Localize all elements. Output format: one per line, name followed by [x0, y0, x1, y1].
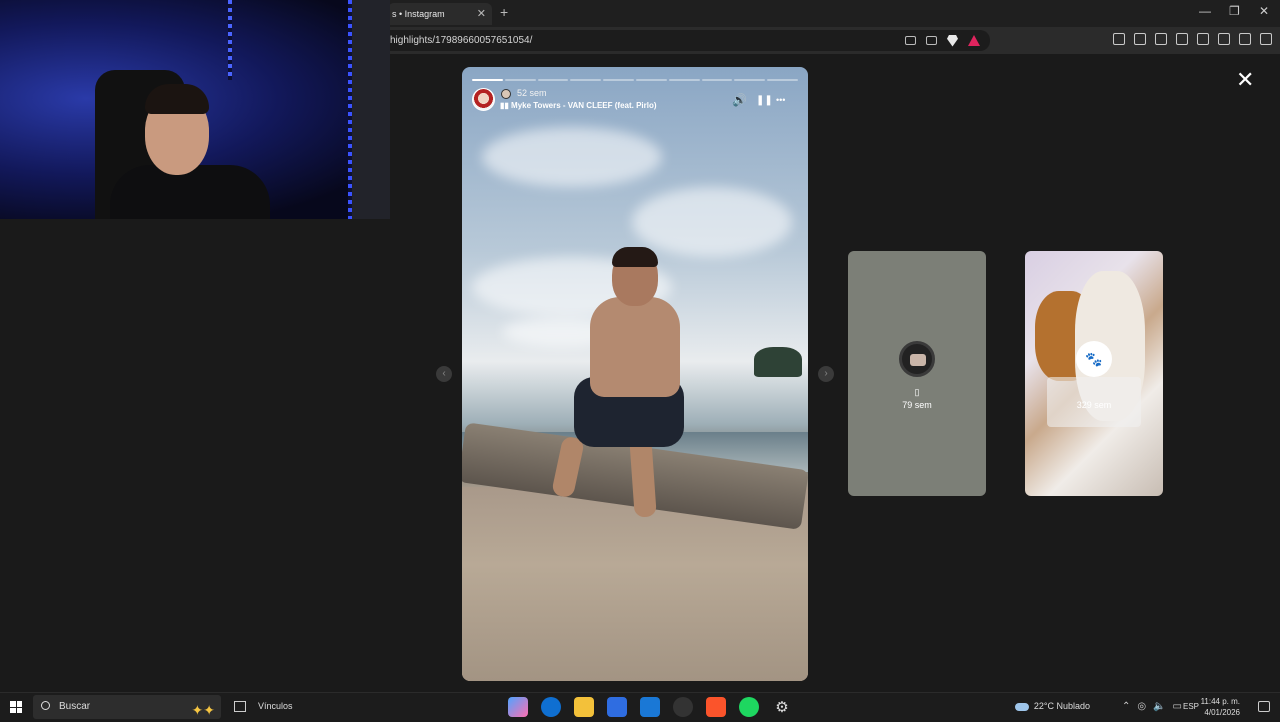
- share-icon[interactable]: [926, 36, 937, 45]
- menu-icon[interactable]: [1260, 33, 1272, 45]
- weather-text: 22°C Nublado: [1033, 701, 1090, 711]
- tab-close-icon[interactable]: ✕: [477, 3, 486, 25]
- screenshot-icon[interactable]: [1134, 33, 1146, 45]
- webcam-side-panel: [352, 0, 390, 219]
- store-app-icon[interactable]: [607, 697, 627, 717]
- notifications-icon[interactable]: [1258, 701, 1270, 712]
- led-strip: [228, 0, 232, 80]
- previous-story-button[interactable]: ‹: [436, 366, 452, 382]
- music-title: Myke Towers - VAN CLEEF (feat. Pirlo): [511, 101, 657, 110]
- language-indicator[interactable]: ESP: [1183, 702, 1199, 711]
- search-placeholder: Buscar: [59, 701, 91, 712]
- taskbar: Buscar ✦✦ Vínculos ⚙ 22°C Nublado ⌃ ◎ 🔈 …: [0, 692, 1280, 720]
- minimize-button[interactable]: —: [1199, 4, 1211, 18]
- profile-avatar[interactable]: [472, 88, 495, 111]
- progress-segment: [603, 79, 634, 81]
- progress-segment: [504, 79, 536, 81]
- edge-app-icon[interactable]: [541, 697, 561, 717]
- maximize-button[interactable]: ❐: [1229, 4, 1240, 18]
- windows-start-icon[interactable]: [10, 701, 22, 713]
- person-hair: [612, 247, 658, 267]
- progress-segment: [767, 79, 798, 81]
- highlight-emoji-icon: [501, 89, 511, 99]
- card-glyph: ▯: [914, 387, 920, 397]
- copilot-app-icon[interactable]: [508, 697, 528, 717]
- card-time: 79 sem: [902, 400, 932, 410]
- close-viewer-icon[interactable]: ✕: [1236, 67, 1254, 93]
- next-story-button[interactable]: ›: [818, 366, 834, 382]
- clock[interactable]: 11:44 p. m. 4/01/2026: [1201, 696, 1240, 718]
- media-icon[interactable]: [1155, 33, 1167, 45]
- rock-island: [754, 347, 802, 377]
- speaker-icon[interactable]: 🔈: [1153, 701, 1165, 712]
- close-window-button[interactable]: ✕: [1259, 4, 1269, 18]
- cloud-icon: [1014, 702, 1029, 711]
- brave-shield-icon[interactable]: [947, 34, 958, 47]
- ai-icon[interactable]: [1239, 33, 1251, 45]
- highlight-card[interactable]: 🐾 329 sem: [1025, 251, 1163, 496]
- search-icon: [41, 701, 50, 710]
- webcam-overlay: [0, 0, 390, 219]
- vpn-icon[interactable]: [1218, 33, 1230, 45]
- paw-icon: 🐾: [1076, 341, 1112, 377]
- brave-app-icon[interactable]: [706, 697, 726, 717]
- spotify-app-icon[interactable]: [739, 697, 759, 717]
- progress-segment: [701, 79, 733, 81]
- display-icon[interactable]: ▭: [1173, 701, 1182, 712]
- task-view-icon[interactable]: [234, 701, 246, 712]
- progress-segment: [570, 79, 602, 81]
- taskbar-apps: ⚙: [508, 697, 792, 717]
- new-tab-button[interactable]: +: [500, 4, 508, 20]
- card-time: 329 sem: [1076, 400, 1112, 410]
- progress-segment: [635, 79, 667, 81]
- sidebar-icon[interactable]: [1176, 33, 1188, 45]
- story-header: 52 sem ▮▮ Myke Towers - VAN CLEEF (feat.…: [472, 88, 798, 114]
- pause-icon[interactable]: ❚❚: [756, 95, 773, 106]
- streamer-body: [110, 165, 270, 219]
- brave-rewards-icon[interactable]: [968, 35, 980, 46]
- person-torso: [590, 297, 680, 397]
- clock-date: 4/01/2026: [1204, 708, 1240, 717]
- card-avatar: [899, 341, 935, 377]
- streamer-hair: [145, 84, 209, 114]
- copilot-sparkle-icon: ✦✦: [191, 702, 215, 718]
- progress-segment: [472, 79, 503, 81]
- more-options-icon[interactable]: •••: [776, 95, 785, 105]
- weather-widget[interactable]: 22°C Nublado: [1014, 701, 1090, 711]
- url-field[interactable]: highlights/17989660057651054/: [380, 30, 990, 51]
- progress-segment: [734, 79, 766, 81]
- highlight-card[interactable]: ▯ 79 sem: [848, 251, 986, 496]
- story-viewer[interactable]: 52 sem ▮▮ Myke Towers - VAN CLEEF (feat.…: [462, 67, 808, 681]
- mail-app-icon[interactable]: [640, 697, 660, 717]
- tab-title: s • Instagram: [392, 9, 445, 19]
- system-tray: ⌃ ◎ 🔈 ▭: [1122, 701, 1182, 712]
- story-progress: [472, 79, 798, 81]
- network-icon[interactable]: ◎: [1137, 701, 1146, 712]
- volume-icon[interactable]: 🔊: [732, 93, 747, 107]
- file-explorer-icon[interactable]: [574, 697, 594, 717]
- taskbar-search[interactable]: Buscar ✦✦: [33, 695, 221, 719]
- progress-segment: [668, 79, 700, 81]
- cast-icon[interactable]: [905, 36, 916, 45]
- settings-gear-icon[interactable]: ⚙: [772, 697, 792, 717]
- vinculos-label[interactable]: Vínculos: [258, 701, 293, 711]
- story-time: 52 sem: [517, 88, 547, 98]
- wallet-icon[interactable]: [1197, 33, 1209, 45]
- url-text: highlights/17989660057651054/: [390, 35, 533, 46]
- clock-time: 11:44 p. m.: [1200, 697, 1240, 706]
- progress-segment: [537, 79, 569, 81]
- story-music[interactable]: ▮▮ Myke Towers - VAN CLEEF (feat. Pirlo): [500, 101, 657, 110]
- toolbar-icons: [1113, 33, 1272, 45]
- chevron-up-icon[interactable]: ⌃: [1122, 701, 1130, 712]
- obs-app-icon[interactable]: [673, 697, 693, 717]
- browser-tab-instagram[interactable]: s • Instagram ✕: [388, 3, 492, 25]
- extensions-icon[interactable]: [1113, 33, 1125, 45]
